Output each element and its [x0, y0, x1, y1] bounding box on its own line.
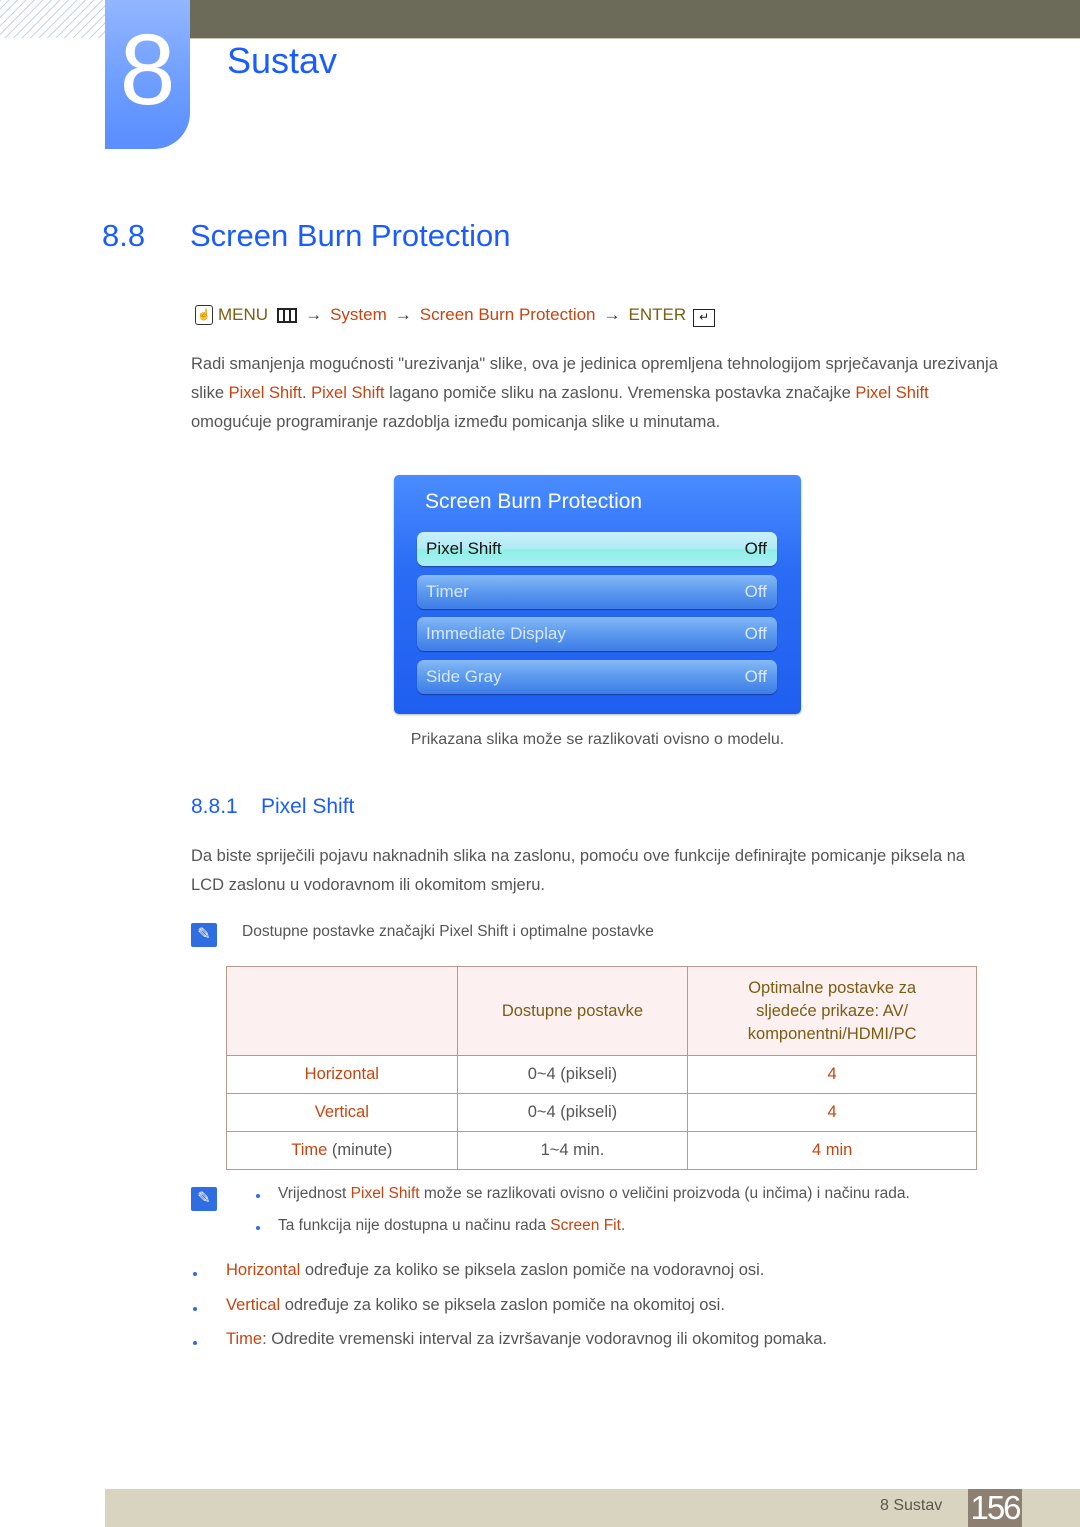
header-hatch-decoration — [0, 0, 105, 38]
arrow-icon: → — [305, 305, 323, 324]
section-title: Screen Burn Protection — [190, 218, 511, 253]
osd-item-value: Off — [744, 624, 767, 643]
osd-item-timer[interactable]: Timer Off — [417, 575, 777, 609]
bullet-text: određuje za koliko se piksela zaslon pom… — [280, 1296, 725, 1314]
bullet-icon — [256, 1194, 260, 1198]
pixel-shift-table: Dostupne postavke Optimalne postavke za … — [226, 966, 977, 1170]
row-name-suffix: (minute) — [327, 1141, 393, 1159]
bullet-icon — [256, 1226, 260, 1230]
table-cell-name: Time (minute) — [226, 1131, 458, 1170]
subsection-title: Pixel Shift — [261, 795, 355, 818]
chapter-number: 8 — [119, 14, 176, 126]
osd-item-label: Timer — [426, 582, 469, 601]
header-line: Optimalne postavke za — [748, 978, 917, 997]
intro-paragraph: Radi smanjenja mogućnosti "urezivanja" s… — [191, 350, 1001, 437]
osd-item-pixel-shift[interactable]: Pixel Shift Off — [417, 532, 777, 566]
subsection-paragraph: Da biste spriječili pojavu naknadnih sli… — [191, 847, 966, 894]
table-cell-name: Horizontal — [226, 1055, 458, 1094]
footer-chapter-label: 8 Sustav — [880, 1497, 943, 1514]
table-row: Vertical 0~4 (pikseli) 4 — [226, 1093, 977, 1132]
menu-path-enter: ENTER — [628, 305, 687, 324]
section-heading: 8.8 Screen Burn Protection — [102, 218, 511, 254]
osd-item-label: Immediate Display — [426, 624, 566, 643]
osd-item-side-gray[interactable]: Side Gray Off — [417, 660, 777, 694]
bullet-icon — [193, 1341, 197, 1345]
header-bar — [190, 0, 1080, 38]
osd-item-immediate-display[interactable]: Immediate Display Off — [417, 617, 777, 651]
table-cell-range: 0~4 (pikseli) — [456, 1055, 689, 1094]
page-footer: 8 Sustav 156 — [105, 1489, 1080, 1527]
pixel-shift-term: Pixel Shift — [350, 1185, 420, 1202]
subsection-number: 8.8.1 — [191, 795, 238, 818]
note-text: Ta funkcija nije dostupna u načinu rada — [278, 1217, 551, 1234]
table-row: Horizontal 0~4 (pikseli) 4 — [226, 1055, 977, 1094]
menu-path-menu: MENU — [218, 305, 269, 324]
term: Horizontal — [226, 1261, 301, 1279]
arrow-icon: → — [603, 305, 621, 324]
osd-item-label: Pixel Shift — [426, 539, 502, 558]
subsection-heading: 8.8.1 Pixel Shift — [191, 795, 354, 819]
osd-item-label: Side Gray — [426, 667, 502, 686]
header-line: komponentni/HDMI/PC — [747, 1024, 917, 1043]
table-cell-name: Vertical — [226, 1093, 458, 1132]
intro-text: lagano pomiče sliku na zaslonu. Vremensk… — [384, 384, 856, 402]
note-text: može se razlikovati ovisno o veličini pr… — [419, 1185, 910, 1202]
table-cell-range: 1~4 min. — [456, 1131, 689, 1170]
osd-item-value: Off — [744, 667, 767, 686]
bullet-icon — [193, 1307, 197, 1311]
term: Vertical — [226, 1296, 281, 1314]
note-text: Vrijednost — [278, 1185, 351, 1202]
note-icon: ✎ — [191, 923, 217, 947]
osd-title: Screen Burn Protection — [425, 490, 643, 513]
menu-path-screen-burn-protection: Screen Burn Protection — [419, 305, 596, 324]
bullet-text: : Odredite vremenski interval za izvršav… — [262, 1330, 827, 1348]
table-note: Dostupne postavke značajki Pixel Shift i… — [242, 923, 654, 940]
table-cell-range: 0~4 (pikseli) — [456, 1093, 689, 1132]
chapter-badge: 8 — [105, 0, 190, 149]
chapter-title: Sustav — [227, 40, 338, 81]
bullet-icon — [193, 1272, 197, 1276]
pixel-shift-term: Pixel Shift — [855, 384, 929, 402]
note-icon: ✎ — [191, 1187, 217, 1211]
osd-item-value: Off — [744, 539, 767, 558]
intro-text: omogućuje programiranje razdoblja između… — [191, 413, 721, 431]
remote-hand-icon: ☝ — [195, 305, 213, 325]
menu-icon — [277, 307, 298, 323]
pixel-shift-term: Pixel Shift — [228, 384, 302, 402]
table-cell-optimal: 4 — [687, 1055, 977, 1094]
row-name: Vertical — [314, 1103, 369, 1121]
enter-icon: ↵ — [693, 309, 716, 327]
table-cell-optimal: 4 — [687, 1093, 977, 1132]
header-line: sljedeće prikaze: AV/ — [756, 1001, 909, 1020]
section-number: 8.8 — [102, 218, 146, 253]
intro-text: . — [301, 384, 312, 402]
header-divider — [190, 38, 1080, 39]
arrow-icon: → — [394, 305, 412, 324]
pixel-shift-term: Pixel Shift — [311, 384, 385, 402]
row-name: Horizontal — [304, 1065, 379, 1083]
screen-fit-term: Screen Fit — [550, 1217, 621, 1234]
menu-path: ☝ MENU → System → Screen Burn Protection… — [195, 303, 716, 327]
osd-menu-screen: Screen Burn Protection Pixel Shift Off T… — [394, 475, 801, 714]
table-header-row: Dostupne postavke Optimalne postavke za … — [226, 966, 977, 1056]
menu-path-system: System — [330, 305, 387, 324]
table-header-optimal: Optimalne postavke za sljedeće prikaze: … — [687, 966, 977, 1056]
table-header-empty — [226, 966, 458, 1056]
note-text: . — [620, 1217, 626, 1234]
term: Time — [226, 1330, 263, 1348]
row-name: Time — [291, 1141, 328, 1159]
osd-caption: Prikazana slika može se razlikovati ovis… — [410, 731, 785, 748]
table-cell-optimal: 4 min — [687, 1131, 977, 1170]
osd-item-value: Off — [744, 582, 767, 601]
page-number: 156 — [968, 1489, 1022, 1527]
table-header-available: Dostupne postavke — [456, 966, 689, 1056]
table-row: Time (minute) 1~4 min. 4 min — [226, 1131, 977, 1170]
bullet-text: određuje za koliko se piksela zaslon pom… — [300, 1261, 765, 1279]
